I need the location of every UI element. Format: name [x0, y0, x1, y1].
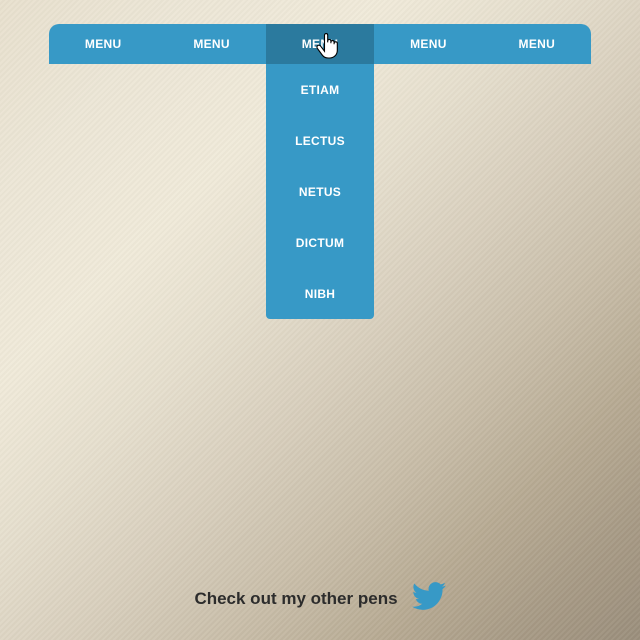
footer-text: Check out my other pens — [194, 589, 397, 609]
dropdown-item-label: NIBH — [305, 287, 336, 301]
dropdown-item-4[interactable]: NIBH — [266, 268, 374, 319]
footer: Check out my other pens — [0, 579, 640, 618]
nav-item-0[interactable]: MENU — [49, 24, 157, 64]
nav-item-label: MENU — [519, 37, 556, 51]
dropdown-item-label: ETIAM — [301, 83, 340, 97]
dropdown-item-label: DICTUM — [296, 236, 344, 250]
twitter-icon — [412, 579, 446, 618]
nav-item-label: MENU — [85, 37, 122, 51]
nav-item-2[interactable]: MENU ETIAM LECTUS NETUS DICTUM NIBH — [266, 24, 374, 64]
twitter-link[interactable] — [412, 579, 446, 618]
nav-item-label: MENU — [410, 37, 447, 51]
dropdown-item-label: NETUS — [299, 185, 341, 199]
nav-item-4[interactable]: MENU — [483, 24, 591, 64]
nav-item-label: MENU — [193, 37, 230, 51]
dropdown-item-1[interactable]: LECTUS — [266, 115, 374, 166]
nav-item-label: MENU — [302, 37, 339, 51]
dropdown-item-0[interactable]: ETIAM — [266, 64, 374, 115]
dropdown-item-3[interactable]: DICTUM — [266, 217, 374, 268]
main-nav: MENU MENU MENU ETIAM LECTUS NETUS DICTUM… — [49, 24, 591, 64]
dropdown-item-2[interactable]: NETUS — [266, 166, 374, 217]
dropdown-item-label: LECTUS — [295, 134, 345, 148]
nav-item-3[interactable]: MENU — [374, 24, 482, 64]
nav-dropdown: ETIAM LECTUS NETUS DICTUM NIBH — [266, 64, 374, 319]
nav-item-1[interactable]: MENU — [157, 24, 265, 64]
